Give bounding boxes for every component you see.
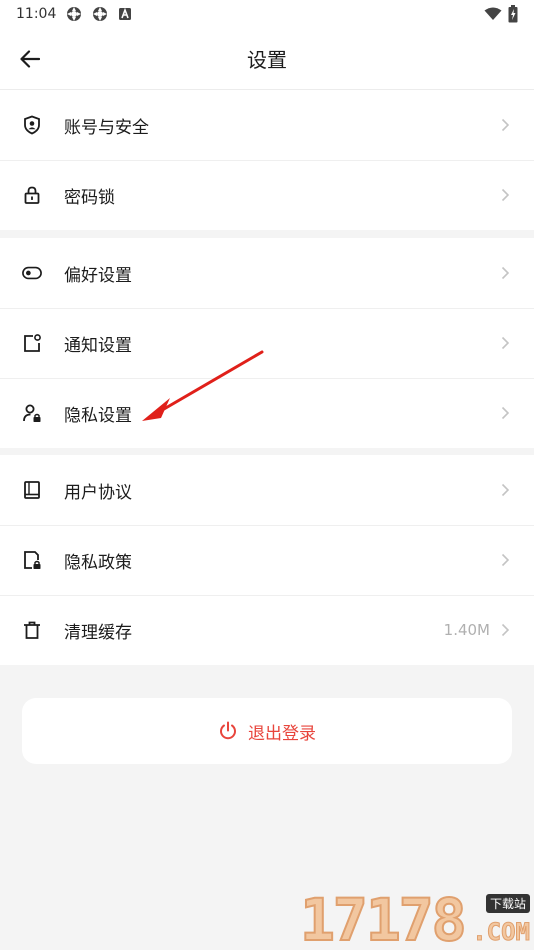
chevron-right-icon [498,623,512,637]
battery-icon [508,5,518,23]
settings-item-label: 账号与安全 [64,117,149,138]
status-bar: 11:04 [0,0,534,28]
app-header: 设置 [0,28,534,90]
settings-item-notifications[interactable]: 通知设置 [0,308,534,378]
watermark-digits: 17178 [299,886,468,950]
settings-group-preferences: 偏好设置 通知设置 隐私设置 [0,238,534,448]
settings-item-label: 隐私政策 [64,552,132,573]
settings-item-label: 密码锁 [64,187,115,208]
wifi-icon [484,7,502,21]
watermark-logo: 17178 下载站 .COM [299,886,531,950]
watermark-suffix: .COM [472,918,531,947]
toggle-icon [22,263,42,283]
settings-item-label: 用户协议 [64,482,132,503]
user-lock-icon [22,403,42,423]
sync-icon [66,6,82,22]
status-time: 11:04 [16,6,57,22]
book-icon [22,480,42,500]
settings-group-legal: 用户协议 隐私政策 清理缓存 1.40M [0,455,534,665]
chevron-right-icon [498,336,512,350]
notification-icon [22,333,42,353]
logout-button[interactable]: 退出登录 [22,698,512,764]
trash-icon [22,620,42,640]
settings-item-privacy-settings[interactable]: 隐私设置 [0,378,534,448]
arrow-left-icon [20,50,40,68]
chevron-right-icon [498,188,512,202]
settings-item-label: 通知设置 [64,335,132,356]
power-icon [220,721,236,740]
chevron-right-icon [498,266,512,280]
chevron-right-icon [498,553,512,567]
chevron-right-icon [498,118,512,132]
settings-item-account-security[interactable]: 账号与安全 [0,90,534,160]
settings-item-password-lock[interactable]: 密码锁 [0,160,534,230]
a-badge-icon [118,7,132,21]
cache-size-value: 1.40M [443,621,490,639]
sync-icon [92,6,108,22]
settings-group-account: 账号与安全 密码锁 [0,90,534,230]
shield-user-icon [22,115,42,135]
settings-item-label: 偏好设置 [64,265,132,286]
logout-label: 退出登录 [248,723,316,744]
page-title: 设置 [247,48,287,72]
settings-item-label: 隐私设置 [64,405,132,426]
document-lock-icon [22,550,42,570]
settings-item-user-agreement[interactable]: 用户协议 [0,455,534,525]
settings-item-label: 清理缓存 [64,622,132,643]
watermark-tag: 下载站 [485,894,530,913]
chevron-right-icon [498,406,512,420]
back-button[interactable] [14,44,46,74]
lock-icon [22,185,42,205]
chevron-right-icon [498,483,512,497]
settings-item-preferences[interactable]: 偏好设置 [0,238,534,308]
settings-item-clear-cache[interactable]: 清理缓存 1.40M [0,595,534,665]
settings-item-privacy-policy[interactable]: 隐私政策 [0,525,534,595]
